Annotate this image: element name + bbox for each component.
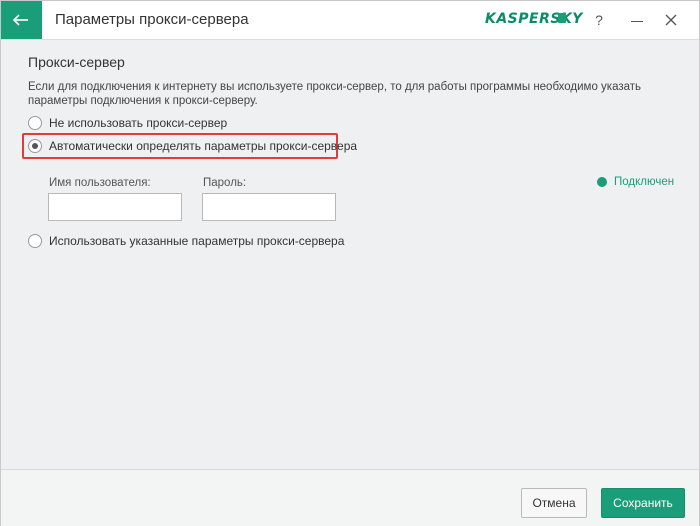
save-button[interactable]: Сохранить xyxy=(601,488,685,518)
minimize-icon xyxy=(631,21,643,22)
radio-button-selected[interactable] xyxy=(28,139,42,153)
option-manual-proxy[interactable]: Использовать указанные параметры прокси-… xyxy=(28,234,344,248)
option-label: Использовать указанные параметры прокси-… xyxy=(49,234,345,248)
close-icon xyxy=(665,14,677,26)
radio-button[interactable] xyxy=(28,234,42,248)
option-no-proxy[interactable]: Не использовать прокси-сервер xyxy=(28,116,227,130)
title-bar: Параметры прокси-сервера KASPERSKY ? xyxy=(1,1,699,40)
status-text: Подключен xyxy=(614,176,675,188)
arrow-left-icon xyxy=(12,14,28,26)
close-button[interactable] xyxy=(661,10,681,30)
option-label: Не использовать прокси-сервер xyxy=(49,116,228,130)
status-dot-icon xyxy=(597,177,607,187)
radio-button[interactable] xyxy=(28,116,42,130)
connection-status: Подключен xyxy=(597,176,674,188)
brand-badge-icon xyxy=(558,13,566,23)
minimize-button[interactable] xyxy=(627,10,647,30)
brand-name: KASPERSKY xyxy=(485,11,583,27)
help-button[interactable]: ? xyxy=(589,10,609,30)
kaspersky-logo: KASPERSKY xyxy=(485,10,582,30)
description-text: Если для подключения к интернету вы испо… xyxy=(28,81,642,107)
window-title: Параметры прокси-сервера xyxy=(55,11,249,28)
back-button[interactable] xyxy=(1,1,42,39)
cancel-button[interactable]: Отмена xyxy=(521,488,587,518)
proxy-settings-window: Параметры прокси-сервера KASPERSKY ? Про… xyxy=(0,0,700,526)
username-label: Имя пользователя: xyxy=(49,177,151,189)
username-input[interactable] xyxy=(48,193,182,221)
option-label: Автоматически определять параметры прокс… xyxy=(49,139,358,153)
option-auto-detect[interactable]: Автоматически определять параметры прокс… xyxy=(28,139,357,153)
footer-bar: Отмена Сохранить xyxy=(1,469,699,526)
section-title: Прокси-сервер xyxy=(28,54,125,70)
password-label: Пароль: xyxy=(203,177,247,189)
password-input[interactable] xyxy=(202,193,336,221)
